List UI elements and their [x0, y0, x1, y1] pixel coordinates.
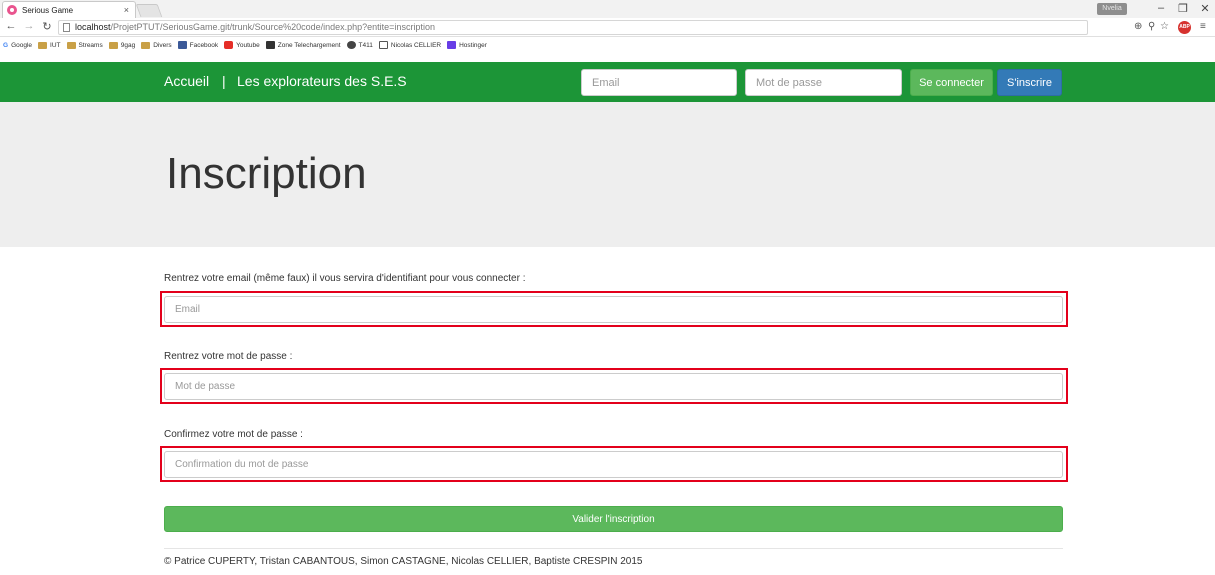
jumbotron: Inscription — [0, 102, 1215, 247]
bookmarks-bar: G Google IUT Streams 9gag Divers Facebook… — [0, 38, 1215, 52]
forward-arrow-icon[interactable]: → — [22, 20, 36, 32]
browser-tab[interactable]: Serious Game × — [2, 1, 136, 18]
password-field[interactable] — [164, 373, 1063, 400]
browser-toolbar: ← → ↻ localhost/ProjetPTUT/SeriousGame.g… — [0, 18, 1215, 37]
folder-icon — [66, 41, 76, 49]
google-icon: G — [3, 41, 9, 49]
tab-title: Serious Game — [22, 5, 74, 15]
bookmark-streams[interactable]: Streams — [66, 41, 103, 49]
bookmark-youtube[interactable]: Youtube — [224, 41, 260, 49]
email-label: Rentrez votre email (même faux) il vous … — [164, 273, 526, 284]
bookmark-star-icon[interactable]: ☆ — [1160, 21, 1169, 32]
bookmark-zone-telechargement[interactable]: Zone Telechargement — [265, 41, 341, 49]
bookmark-google[interactable]: G Google — [3, 42, 32, 49]
adblock-icon[interactable]: ABP — [1178, 21, 1191, 34]
hostinger-icon — [447, 41, 457, 49]
new-tab-button[interactable] — [135, 4, 163, 17]
folder-icon — [108, 41, 118, 49]
email-field[interactable] — [164, 296, 1063, 323]
folder-icon — [141, 41, 151, 49]
window-close-icon[interactable]: ✕ — [1198, 2, 1212, 15]
navbar-email-input[interactable] — [581, 69, 737, 96]
site-navbar: Accueil | Les explorateurs des S.E.S Se … — [0, 62, 1215, 102]
signup-button[interactable]: S'inscrire — [997, 69, 1062, 96]
submit-registration-button[interactable]: Valider l'inscription — [164, 506, 1063, 532]
page-title: Inscription — [166, 149, 367, 198]
bookmark-divers[interactable]: Divers — [141, 41, 172, 49]
site-favicon-icon — [7, 5, 17, 15]
minimize-icon[interactable]: – — [1154, 2, 1168, 14]
back-arrow-icon[interactable]: ← — [4, 20, 18, 32]
footer-copyright: © Patrice CUPERTY, Tristan CABANTOUS, Si… — [164, 556, 643, 567]
login-button[interactable]: Se connecter — [910, 69, 993, 96]
bookmark-t411[interactable]: T411 — [346, 41, 373, 49]
confirm-password-field[interactable] — [164, 451, 1063, 478]
facebook-icon — [177, 41, 187, 49]
url-path: /ProjetPTUT/SeriousGame.git/trunk/Source… — [110, 22, 435, 32]
browser-tabstrip: Serious Game × Nvelia – ❐ ✕ — [0, 0, 1215, 18]
youtube-icon — [224, 41, 234, 49]
nav-home-link[interactable]: Accueil — [164, 73, 209, 89]
url-host: localhost — [75, 22, 111, 32]
reload-icon[interactable]: ↻ — [40, 20, 54, 33]
page-icon — [63, 23, 70, 32]
folder-icon — [38, 41, 48, 49]
tab-close-icon[interactable]: × — [124, 5, 129, 15]
nav-separator: | — [222, 73, 226, 89]
monitor-icon — [378, 41, 388, 49]
nav-brand-link[interactable]: Les explorateurs des S.E.S — [237, 73, 407, 89]
zoom-icon[interactable]: ⊕ — [1134, 21, 1142, 32]
restore-icon[interactable]: ❐ — [1176, 2, 1190, 15]
navbar-password-input[interactable] — [745, 69, 902, 96]
bookmark-facebook[interactable]: Facebook — [177, 41, 218, 49]
confirm-password-label: Confirmez votre mot de passe : — [164, 429, 303, 440]
profile-button[interactable]: Nvelia — [1097, 3, 1127, 15]
key-icon[interactable]: ⚲ — [1148, 21, 1155, 32]
bookmark-9gag[interactable]: 9gag — [108, 41, 135, 49]
password-label: Rentrez votre mot de passe : — [164, 351, 293, 362]
zt-icon — [265, 41, 275, 49]
bookmark-hostinger[interactable]: Hostinger — [447, 41, 487, 49]
footer-divider — [164, 548, 1063, 549]
address-bar[interactable]: localhost/ProjetPTUT/SeriousGame.git/tru… — [58, 20, 1088, 35]
t411-icon — [346, 41, 356, 49]
bookmark-nicolas-cellier[interactable]: Nicolas CELLIER — [378, 41, 441, 49]
bookmark-iut[interactable]: IUT — [38, 41, 61, 49]
chrome-menu-icon[interactable]: ≡ — [1200, 21, 1206, 32]
